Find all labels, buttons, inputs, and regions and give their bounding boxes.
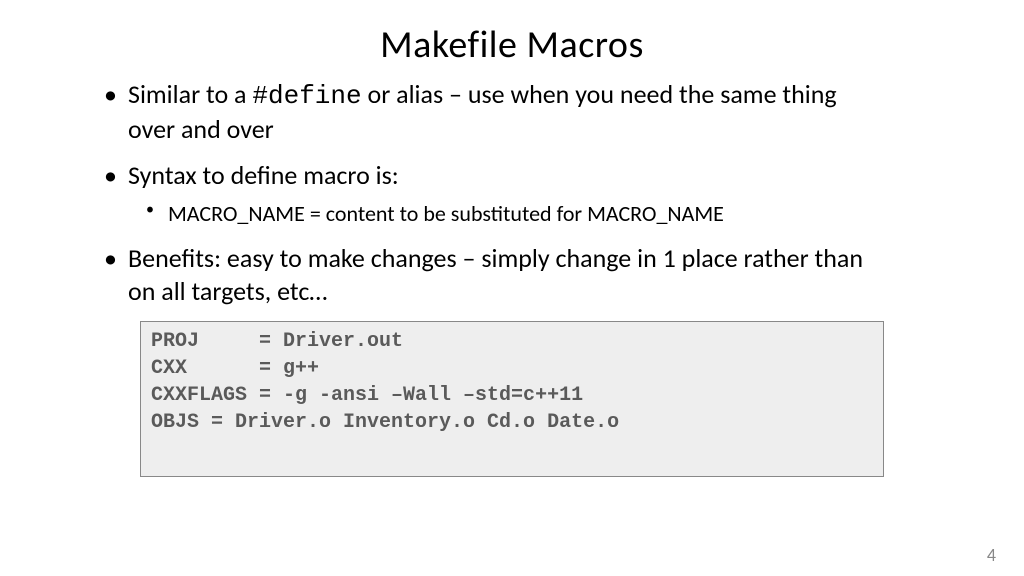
sub-bullet-1: MACRO_NAME = content to be substituted f… bbox=[168, 200, 884, 229]
code-line-4: OBJS = Driver.o Inventory.o Cd.o Date.o bbox=[151, 409, 873, 436]
bullet-1-code: #define bbox=[252, 81, 361, 111]
slide-title: Makefile Macros bbox=[60, 22, 964, 68]
bullet-1: Similar to a #define or alias – use when… bbox=[128, 78, 964, 145]
slide: Makefile Macros Similar to a #define or … bbox=[0, 0, 1024, 477]
bullet-2-text: Syntax to define macro is: bbox=[128, 159, 399, 191]
code-line-1: PROJ = Driver.out bbox=[151, 328, 873, 355]
code-line-2: CXX = g++ bbox=[151, 355, 873, 382]
page-number: 4 bbox=[987, 544, 996, 566]
code-line-3: CXXFLAGS = -g -ansi –Wall –std=c++11 bbox=[151, 382, 873, 409]
bullet-1-pre: Similar to a bbox=[128, 78, 252, 110]
bullet-list: Similar to a #define or alias – use when… bbox=[60, 78, 964, 307]
bullet-3: Benefits: easy to make changes – simply … bbox=[128, 242, 964, 307]
sub-bullet-list: MACRO_NAME = content to be substituted f… bbox=[128, 200, 884, 229]
bullet-2: Syntax to define macro is: MACRO_NAME = … bbox=[128, 159, 964, 228]
code-block: PROJ = Driver.outCXX = g++CXXFLAGS = -g … bbox=[140, 321, 884, 477]
